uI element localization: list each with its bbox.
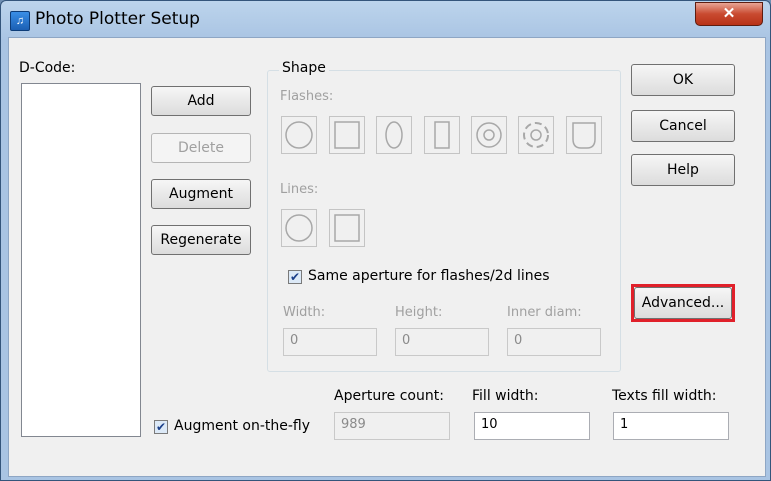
special-shape-icon <box>572 122 596 149</box>
fill-width-field[interactable]: 10 <box>474 412 590 440</box>
flash-thermal-button[interactable] <box>518 116 554 154</box>
flash-ring-button[interactable] <box>471 116 507 154</box>
rectangle-shape-icon <box>434 121 450 149</box>
cancel-button[interactable]: Cancel <box>631 110 735 142</box>
close-button[interactable]: ✕ <box>695 2 763 26</box>
height-field[interactable]: 0 <box>395 328 489 356</box>
thermal-shape-icon <box>523 122 549 148</box>
aperture-count-field[interactable]: 989 <box>334 412 450 440</box>
texts-fill-width-field[interactable]: 1 <box>613 412 729 440</box>
flash-oval-button[interactable] <box>376 116 412 154</box>
ok-button[interactable]: OK <box>631 64 735 96</box>
same-aperture-label: Same aperture for flashes/2d lines <box>308 268 550 284</box>
shape-group-label: Shape <box>279 60 329 76</box>
flash-square-button[interactable] <box>329 116 365 154</box>
circle-shape-icon <box>285 214 313 242</box>
fill-width-label: Fill width: <box>472 388 539 404</box>
dcode-label: D-Code: <box>19 60 76 76</box>
inner-diam-field[interactable]: 0 <box>507 328 601 356</box>
dialog-body: D-Code: Add Delete Augment Regenerate Sh… <box>8 37 766 477</box>
dialog-window: ♫ Photo Plotter Setup ✕ D-Code: Add Dele… <box>0 0 771 481</box>
width-field[interactable]: 0 <box>283 328 377 356</box>
aperture-count-label: Aperture count: <box>334 388 444 404</box>
width-label: Width: <box>283 305 326 320</box>
texts-fill-width-label: Texts fill width: <box>612 388 717 404</box>
line-round-button[interactable] <box>281 209 317 247</box>
height-label: Height: <box>395 305 443 320</box>
flash-rectangle-button[interactable] <box>424 116 460 154</box>
augment-fly-label: Augment on-the-fly <box>174 418 311 434</box>
flash-circle-button[interactable] <box>281 116 317 154</box>
lines-label: Lines: <box>280 182 319 197</box>
ring-shape-icon <box>476 122 502 148</box>
flashes-label: Flashes: <box>280 89 334 104</box>
flash-special-button[interactable] <box>566 116 602 154</box>
help-button[interactable]: Help <box>631 154 735 186</box>
square-shape-icon <box>334 214 360 242</box>
oval-shape-icon <box>385 121 403 149</box>
app-icon: ♫ <box>10 11 30 31</box>
square-shape-icon <box>334 121 360 149</box>
advanced-highlight <box>631 284 735 322</box>
augment-button[interactable]: Augment <box>151 179 251 209</box>
augment-fly-checkbox[interactable]: ✔ <box>154 420 168 434</box>
same-aperture-checkbox[interactable]: ✔ <box>288 270 302 284</box>
window-title: Photo Plotter Setup <box>35 9 200 29</box>
circle-shape-icon <box>285 121 313 149</box>
inner-diam-label: Inner diam: <box>507 305 582 320</box>
dcode-list[interactable] <box>21 83 141 437</box>
title-bar[interactable]: ♫ Photo Plotter Setup ✕ <box>1 1 770 37</box>
line-square-button[interactable] <box>329 209 365 247</box>
add-button[interactable]: Add <box>151 86 251 116</box>
delete-button[interactable]: Delete <box>151 133 251 163</box>
regenerate-button[interactable]: Regenerate <box>151 225 251 255</box>
